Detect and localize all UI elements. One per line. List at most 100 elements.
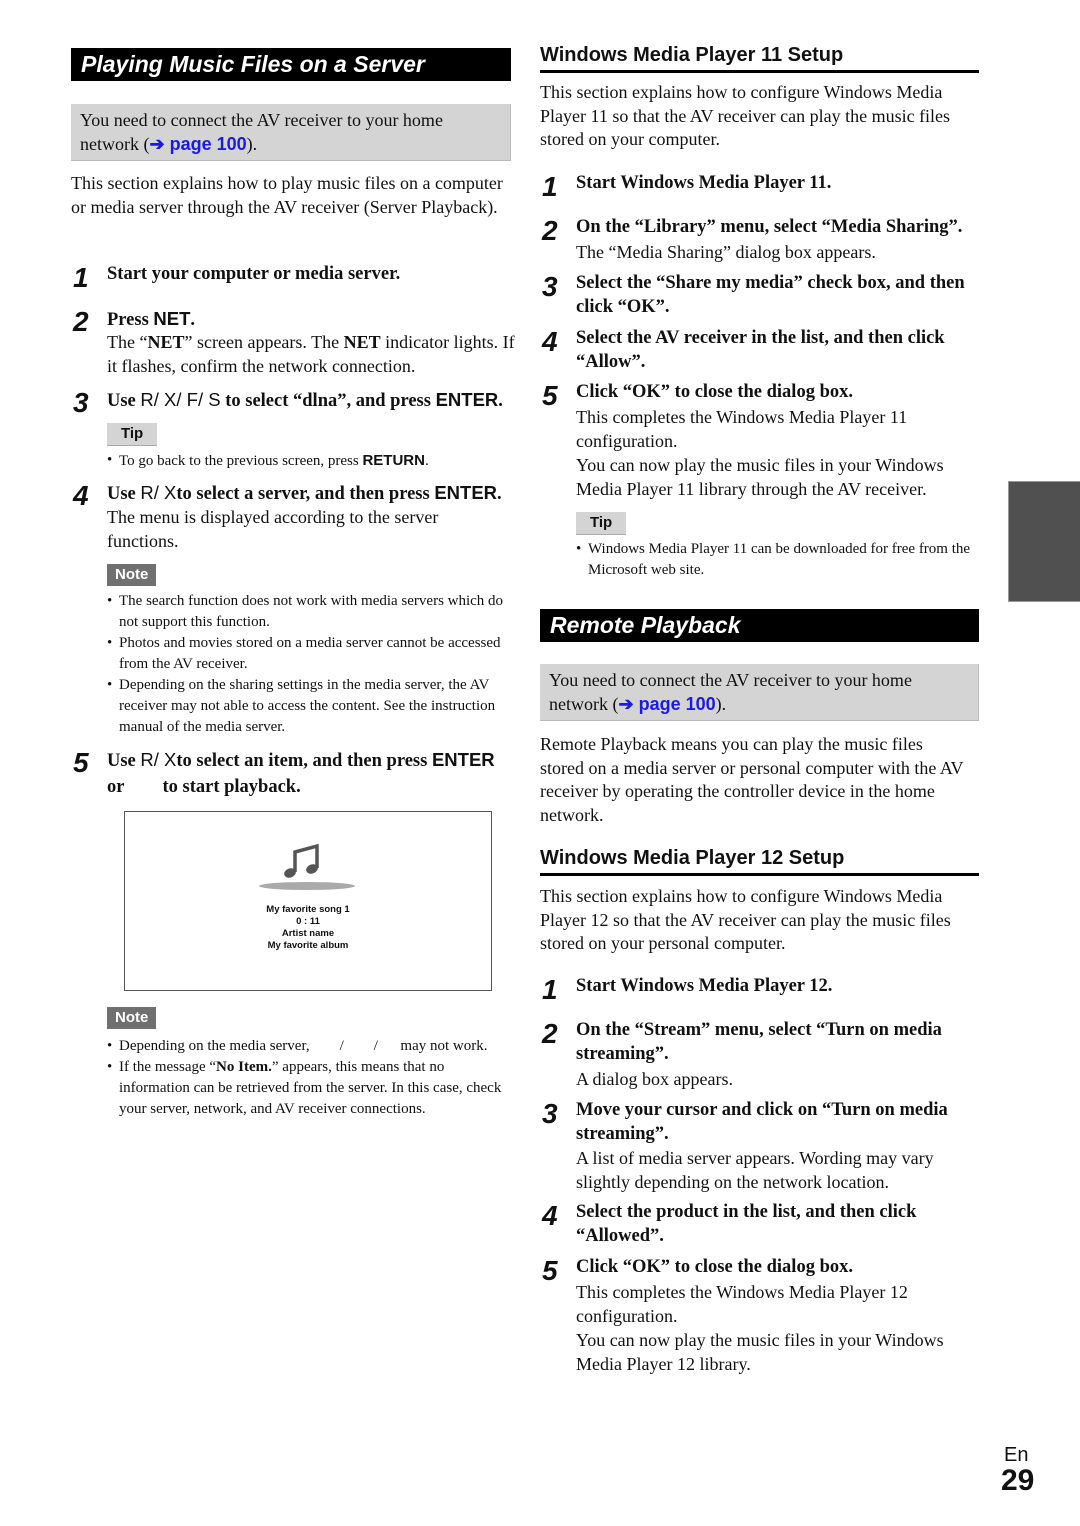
tip-label: Tip <box>107 423 158 446</box>
prereq-end: ). <box>246 133 258 154</box>
step-number: 3 <box>542 271 558 302</box>
step-body: The menu is displayed according to the s… <box>107 507 439 551</box>
step-heading: Select the AV receiver in the list, and … <box>576 328 945 372</box>
page-link[interactable]: ➔ page 100 <box>618 694 715 714</box>
wmp12-heading: Windows Media Player 12 Setup <box>540 845 979 876</box>
prereq-text: You need to connect the AV receiver to y… <box>80 110 443 154</box>
intro-text: This section explains how to play music … <box>71 173 503 217</box>
step-number: 1 <box>542 974 558 1005</box>
track-info: My favorite song 1 0 : 11 Artist name My… <box>125 904 491 952</box>
step-heading: Press NET. <box>107 307 517 333</box>
page-number: 29 <box>1001 1464 1035 1497</box>
step-heading: Click “OK” to close the dialog box. <box>576 382 853 402</box>
text: NET <box>343 332 381 352</box>
note-item: Depending on the sharing settings in the… <box>107 675 517 738</box>
text: Press <box>107 310 154 330</box>
prereq-end: ). <box>715 693 727 714</box>
song-title: My favorite song 1 <box>266 904 350 915</box>
step-heading: Select the product in the list, and then… <box>576 1202 917 1246</box>
step-heading: Click “OK” to close the dialog box. <box>576 1257 853 1277</box>
text: The “ <box>107 332 148 352</box>
text: to select “dlna”, and press <box>220 391 436 411</box>
step-heading: Move your cursor and click on “Turn on m… <box>576 1100 948 1144</box>
text: ” screen appears. The <box>184 332 344 352</box>
wmp12-intro: This section explains how to configure W… <box>540 886 951 953</box>
note-item: Depending on the media server, / / may n… <box>107 1036 517 1057</box>
step-heading: Start Windows Media Player 11. <box>576 173 832 193</box>
wmp11-heading: Windows Media Player 11 Setup <box>540 42 979 73</box>
chapter-tab <box>1008 481 1080 602</box>
arrow-keys: R/ X/ F/ S <box>140 389 221 410</box>
heading-line: or to start playback. <box>107 776 527 800</box>
step-number: 3 <box>73 387 89 418</box>
step-body: A list of media server appears. Wording … <box>576 1148 934 1192</box>
step-number: 4 <box>542 326 558 357</box>
step-body: The “NET” screen appears. The NET indica… <box>107 331 517 378</box>
text: to select an item, and then press <box>176 751 432 771</box>
playback-screen-illustration: My favorite song 1 0 : 11 Artist name My… <box>124 811 492 991</box>
step-heading: Select the “Share my media” check box, a… <box>576 273 965 317</box>
step-number: 4 <box>542 1200 558 1231</box>
step-number: 5 <box>73 747 89 778</box>
prereq-box: You need to connect the AV receiver to y… <box>71 104 511 161</box>
text: Use <box>107 751 141 771</box>
step-heading: Start Windows Media Player 12. <box>576 976 833 996</box>
text: . <box>190 310 196 330</box>
tip-list: To go back to the previous screen, press… <box>107 450 517 472</box>
heading-line: Use R/ Xto select an item, and then pres… <box>107 748 527 774</box>
step-number: 3 <box>542 1098 558 1129</box>
step-number: 1 <box>542 171 558 202</box>
note-label: Note <box>107 564 157 586</box>
text: If the message “ <box>119 1059 217 1075</box>
step-heading: On the “Library” menu, select “Media Sha… <box>576 217 963 237</box>
elapsed-time: 0 : 11 <box>296 916 320 927</box>
music-note-icon <box>259 843 355 890</box>
step-heading: Use R/ X/ F/ S to select “dlna”, and pre… <box>107 388 527 414</box>
tip-item: To go back to the previous screen, press… <box>107 450 517 472</box>
net-key: NET <box>153 308 191 329</box>
text: or <box>107 776 125 797</box>
prereq-text: You need to connect the AV receiver to y… <box>549 670 912 714</box>
arrow-keys: R/ X <box>140 482 177 503</box>
step-body: This completes the Windows Media Player … <box>576 407 908 451</box>
text: No Item. <box>216 1059 272 1075</box>
text: NET <box>147 332 185 352</box>
step-number: 5 <box>542 380 558 411</box>
album-name: My favorite album <box>267 940 349 951</box>
step-heading: On the “Stream” menu, select “Turn on me… <box>576 1020 942 1064</box>
step-body: You can now play the music files in your… <box>576 455 944 499</box>
note-item: Photos and movies stored on a media serv… <box>107 633 517 675</box>
text: . <box>424 453 429 469</box>
wmp11-intro: This section explains how to configure W… <box>540 82 951 149</box>
step-body: A dialog box appears. <box>576 1069 733 1089</box>
step-number: 1 <box>73 262 89 293</box>
note-item: The search function does not work with m… <box>107 591 517 633</box>
text: to start playback. <box>162 776 301 797</box>
page-link[interactable]: ➔ page 100 <box>149 134 246 154</box>
step-body: You can now play the music files in your… <box>576 1330 944 1374</box>
step-heading: Use R/ Xto select a server, and then pre… <box>107 481 527 507</box>
section-banner-remote-playback: Remote Playback <box>540 609 979 642</box>
note-label: Note <box>107 1007 157 1029</box>
text: to select a server, and then press <box>176 484 435 504</box>
tip-item: Windows Media Player 11 can be downloade… <box>576 539 980 581</box>
text: . <box>498 391 503 411</box>
note-item: If the message “No Item.” appears, this … <box>107 1057 517 1120</box>
tip-label: Tip <box>576 512 627 535</box>
return-key: RETURN <box>362 452 425 469</box>
step-heading: Use R/ Xto select an item, and then pres… <box>107 748 527 799</box>
step-body: The “Media Sharing” dialog box appears. <box>576 242 876 262</box>
enter-key: ENTER <box>431 749 495 770</box>
step-number: 2 <box>73 306 89 337</box>
text: Use <box>107 484 141 504</box>
step-number: 5 <box>542 1255 558 1286</box>
step-number: 4 <box>73 480 89 511</box>
step-number: 2 <box>542 215 558 246</box>
step-body: This completes the Windows Media Player … <box>576 1282 908 1326</box>
text: . <box>497 484 502 504</box>
step-heading: Start your computer or media server. <box>107 264 401 284</box>
text: To go back to the previous screen, press <box>119 453 363 469</box>
note-list: Depending on the media server, / / may n… <box>107 1036 517 1120</box>
artist-name: Artist name <box>281 928 335 939</box>
note-list: The search function does not work with m… <box>107 591 517 738</box>
